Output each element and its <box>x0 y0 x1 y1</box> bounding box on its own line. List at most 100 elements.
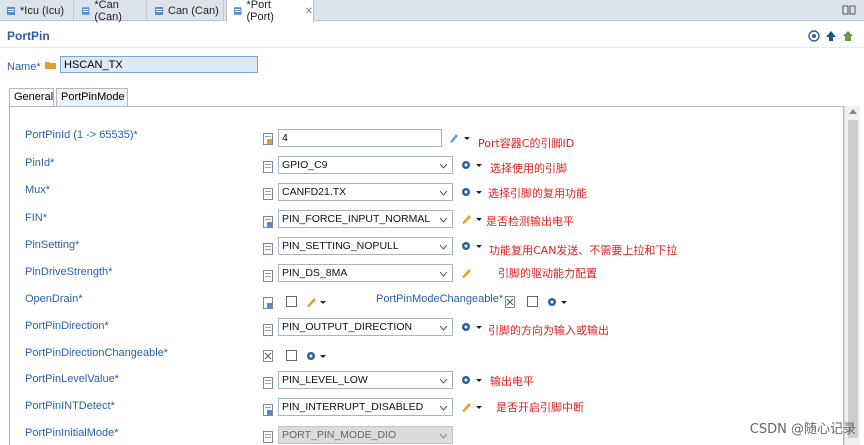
tab-portpinmode[interactable]: PortPinMode <box>56 88 128 106</box>
portpinid-label: PortPinId (1 -> 65535)* <box>25 129 138 141</box>
help-icon[interactable] <box>808 30 820 42</box>
doc-icon <box>263 324 273 336</box>
editor-tab-bar: *Icu (Icu) *Can (Can) Can (Can) *Port (P… <box>0 0 864 23</box>
mux-note: 选择引脚的复用功能 <box>488 187 587 200</box>
chevron-down-icon <box>440 244 447 250</box>
doc-icon <box>263 404 273 416</box>
gear-icon[interactable] <box>305 350 329 362</box>
mux-value: CANFD21.TX <box>282 186 347 198</box>
doc-icon <box>263 243 273 255</box>
opendrain-label: OpenDrain* <box>25 293 83 305</box>
portpininitialmode-label: PortPinInitialMode* <box>25 427 119 439</box>
portpindirection-value: PIN_OUTPUT_DIRECTION <box>282 321 413 333</box>
tab-icu[interactable]: *Icu (Icu) <box>0 0 74 21</box>
header-toolbar <box>808 30 854 42</box>
chevron-down-icon <box>440 325 447 331</box>
tab-close-icon[interactable]: ✕ <box>305 6 313 17</box>
chevron-down-icon <box>440 378 447 384</box>
doc-icon <box>263 133 273 145</box>
maximize-icon[interactable] <box>842 4 856 16</box>
tab-file-icon <box>7 6 15 15</box>
portpininitialmode-select: PORT_PIN_MODE_DIO <box>278 426 453 444</box>
portpinlevelvalue-note: 输出电平 <box>490 375 534 388</box>
tab-file-icon <box>81 6 90 15</box>
pindrivestrength-select[interactable]: PIN_DS_8MA <box>278 264 453 282</box>
pindrivestrength-note: 引脚的驱动能力配置 <box>498 267 597 280</box>
portpinmodechangeable-label: PortPinModeChangeable* <box>376 293 504 305</box>
chevron-down-icon <box>440 217 447 223</box>
tab-label: *Port (Port) <box>246 0 274 23</box>
portpindirection-label: PortPinDirection* <box>25 320 109 332</box>
header-separator <box>0 47 864 48</box>
tab-port[interactable]: *Port (Port) ✕ <box>226 0 314 23</box>
tab-file-icon <box>155 6 163 15</box>
vertical-scrollbar[interactable] <box>844 106 860 445</box>
tab-label: *Can (Can) <box>94 0 122 23</box>
tab-general[interactable]: General <box>9 88 54 107</box>
gear-icon[interactable] <box>460 186 484 198</box>
folder-icon[interactable] <box>45 60 56 70</box>
doc-icon <box>263 188 273 200</box>
portpinmodechangeable-checkbox[interactable] <box>527 296 538 307</box>
doc-icon <box>263 216 273 228</box>
tab-label: *Icu (Icu) <box>20 4 65 17</box>
portpinlevelvalue-value: PIN_LEVEL_LOW <box>282 374 368 386</box>
doc-icon <box>263 377 273 389</box>
edit-pencil-icon[interactable] <box>448 132 472 144</box>
portpinintdetect-value: PIN_INTERRUPT_DISABLED <box>282 401 424 413</box>
fin-note: 是否检测输出电平 <box>486 215 574 228</box>
portpinlevelvalue-select[interactable]: PIN_LEVEL_LOW <box>278 371 453 389</box>
doc-icon <box>263 431 273 443</box>
doc-icon <box>263 270 273 282</box>
home-icon[interactable] <box>842 30 854 42</box>
portpinintdetect-note: 是否开启引脚中断 <box>496 401 584 414</box>
portpinintdetect-label: PortPinINTDetect* <box>25 400 115 412</box>
pencil-icon[interactable] <box>460 213 484 225</box>
pinsetting-label: PinSetting* <box>25 239 80 251</box>
gear-icon[interactable] <box>460 159 484 171</box>
doc-icon <box>263 350 273 362</box>
portpinid-input[interactable] <box>278 129 442 147</box>
tab-can[interactable]: Can (Can) <box>148 0 224 21</box>
gear-icon[interactable] <box>460 240 484 252</box>
up-icon[interactable] <box>825 30 837 42</box>
chevron-down-icon <box>440 405 447 411</box>
chevron-down-icon <box>440 271 447 277</box>
pindrivestrength-value: PIN_DS_8MA <box>282 267 348 279</box>
pencil-icon[interactable] <box>460 401 484 413</box>
mux-select[interactable]: CANFD21.TX <box>278 183 453 201</box>
portpinintdetect-select[interactable]: PIN_INTERRUPT_DISABLED <box>278 398 453 416</box>
tab-can-dirty[interactable]: *Can (Can) <box>75 0 147 23</box>
pinid-note: 选择使用的引脚 <box>490 162 567 175</box>
portpinid-note: Port容器C的引脚ID <box>478 137 575 150</box>
pencil-icon[interactable] <box>460 267 484 279</box>
portpindirectionchangeable-checkbox[interactable] <box>286 350 297 361</box>
fin-select[interactable]: PIN_FORCE_INPUT_NORMAL <box>278 210 453 228</box>
mux-label: Mux* <box>25 184 51 196</box>
tab-label: Can (Can) <box>168 4 219 17</box>
chevron-down-icon <box>440 433 447 439</box>
pinid-select[interactable]: GPIO_C9 <box>278 156 453 174</box>
fin-label: FIN* <box>25 212 47 224</box>
pinid-value: GPIO_C9 <box>282 159 328 171</box>
gear-icon[interactable] <box>460 321 484 333</box>
scroll-up-icon[interactable] <box>849 109 857 114</box>
watermark: CSDN @随心记录 <box>749 422 856 437</box>
chevron-down-icon <box>440 190 447 196</box>
gear-icon[interactable] <box>546 296 570 308</box>
page-title: PortPin <box>7 29 50 43</box>
doc-icon <box>505 296 515 308</box>
pinsetting-value: PIN_SETTING_NOPULL <box>282 240 399 252</box>
pencil-icon[interactable] <box>305 296 329 308</box>
portpindirection-select[interactable]: PIN_OUTPUT_DIRECTION <box>278 318 453 336</box>
gear-icon[interactable] <box>460 374 484 386</box>
name-field[interactable] <box>60 56 258 73</box>
pinsetting-select[interactable]: PIN_SETTING_NOPULL <box>278 237 453 255</box>
name-label: Name* <box>7 61 41 73</box>
tab-file-icon <box>233 7 242 15</box>
portpinlevelvalue-label: PortPinLevelValue* <box>25 373 119 385</box>
opendrain-checkbox[interactable] <box>286 296 297 307</box>
doc-icon <box>263 161 273 173</box>
scroll-thumb[interactable] <box>848 120 858 438</box>
chevron-down-icon <box>440 163 447 169</box>
